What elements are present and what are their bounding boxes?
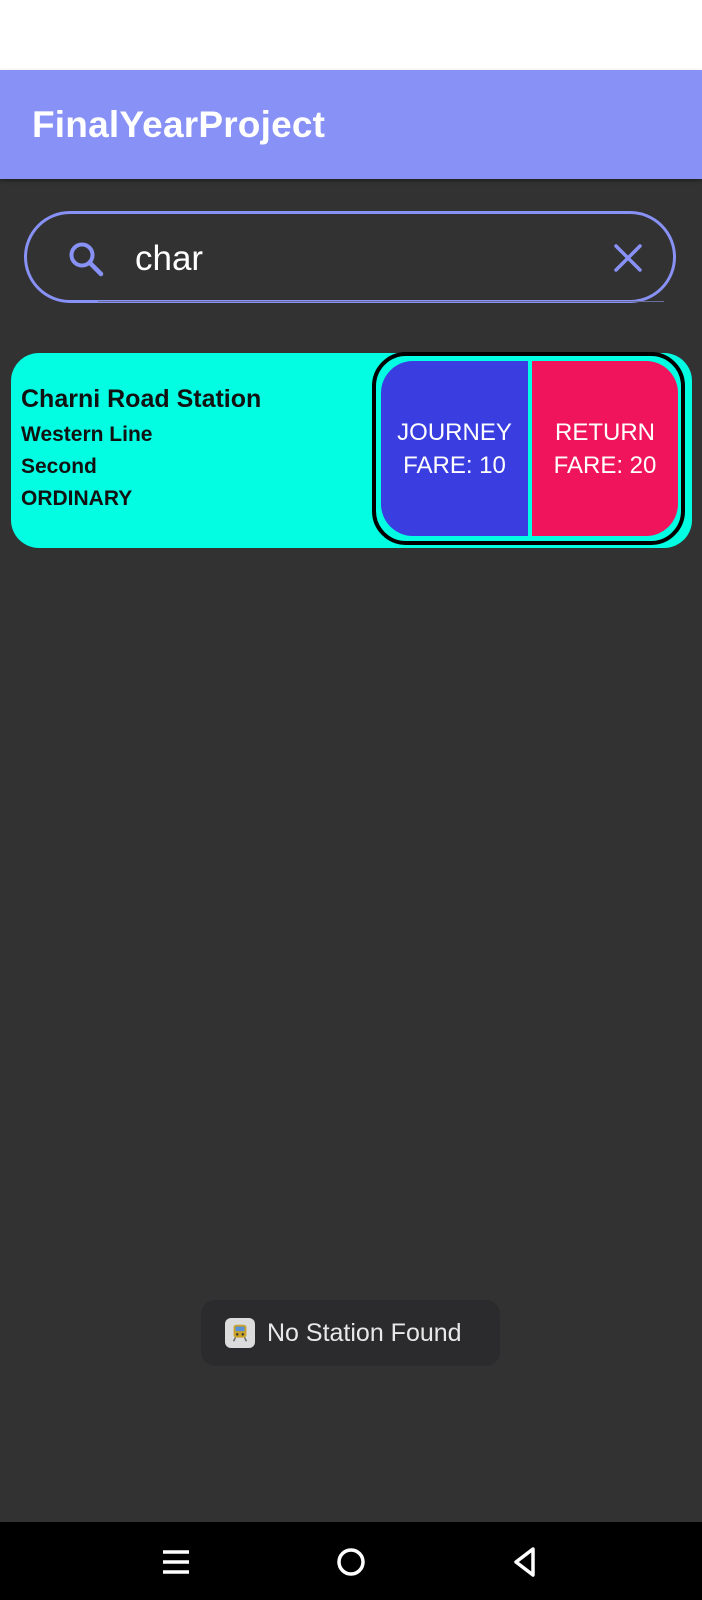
app-title: FinalYearProject [32, 104, 326, 145]
ticket-type: ORDINARY [21, 487, 133, 510]
search-underline [98, 301, 664, 302]
journey-fare-value: FARE: 10 [403, 451, 506, 479]
recents-icon[interactable] [156, 1542, 196, 1582]
return-fare-button[interactable]: RETURN FARE: 20 [532, 361, 678, 536]
toast-message: No Station Found [201, 1300, 500, 1366]
home-icon[interactable] [331, 1542, 371, 1582]
search-icon [69, 242, 104, 277]
app-bar: FinalYearProject [0, 70, 702, 179]
search-bar[interactable] [24, 211, 676, 303]
train-icon [225, 1318, 255, 1348]
station-card[interactable]: Charni Road Station Western Line Second … [11, 352, 692, 548]
toast-text: No Station Found [267, 1318, 462, 1347]
close-icon[interactable] [611, 241, 645, 275]
journey-fare-button[interactable]: JOURNEY FARE: 10 [381, 361, 528, 536]
station-name: Charni Road Station [21, 385, 262, 413]
fare-buttons-group: JOURNEY FARE: 10 RETURN FARE: 20 [372, 352, 685, 545]
return-fare-label: RETURN [555, 418, 655, 446]
station-line: Western Line [21, 423, 153, 446]
journey-fare-label: JOURNEY [397, 418, 512, 446]
return-fare-value: FARE: 20 [553, 451, 657, 479]
back-icon[interactable] [505, 1542, 545, 1582]
search-input[interactable] [133, 232, 577, 286]
status-bar [0, 0, 702, 70]
system-nav-bar [0, 1522, 702, 1600]
station-class: Second [21, 455, 97, 478]
